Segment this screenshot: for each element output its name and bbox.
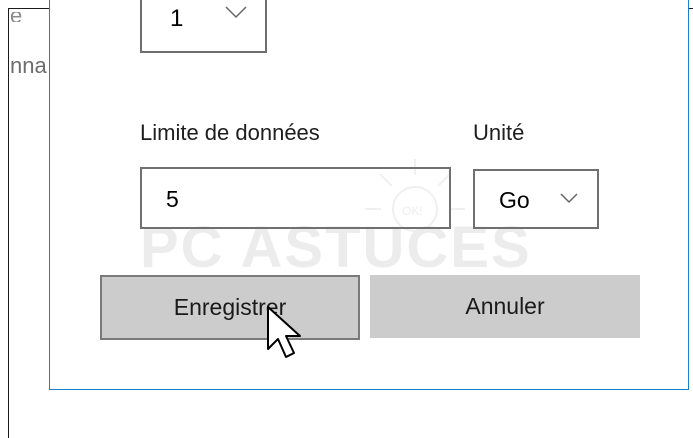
cancel-button[interactable]: Annuler [370, 275, 640, 338]
number-select-value: 1 [170, 5, 184, 32]
save-button[interactable]: Enregistrer [100, 275, 360, 340]
data-limit-value: 5 [166, 186, 179, 212]
unit-label: Unité [473, 120, 525, 145]
mouse-pointer-icon [267, 306, 301, 358]
chevron-down-icon [560, 193, 578, 204]
cancel-button-label: Annuler [465, 293, 545, 319]
data-limit-input[interactable]: 5 [140, 167, 451, 229]
number-select[interactable]: 1 [140, 0, 267, 53]
background-text-fragment: e [10, 12, 46, 22]
data-limit-label: Limite de données [140, 120, 320, 145]
background-label-fragment: nna [10, 53, 47, 78]
data-limit-dialog: 1 Limite de données Unité OK! PC ASTUCES… [49, 0, 689, 390]
unit-select[interactable]: Go [473, 169, 599, 229]
unit-select-value: Go [499, 187, 530, 213]
chevron-down-icon [225, 6, 247, 19]
